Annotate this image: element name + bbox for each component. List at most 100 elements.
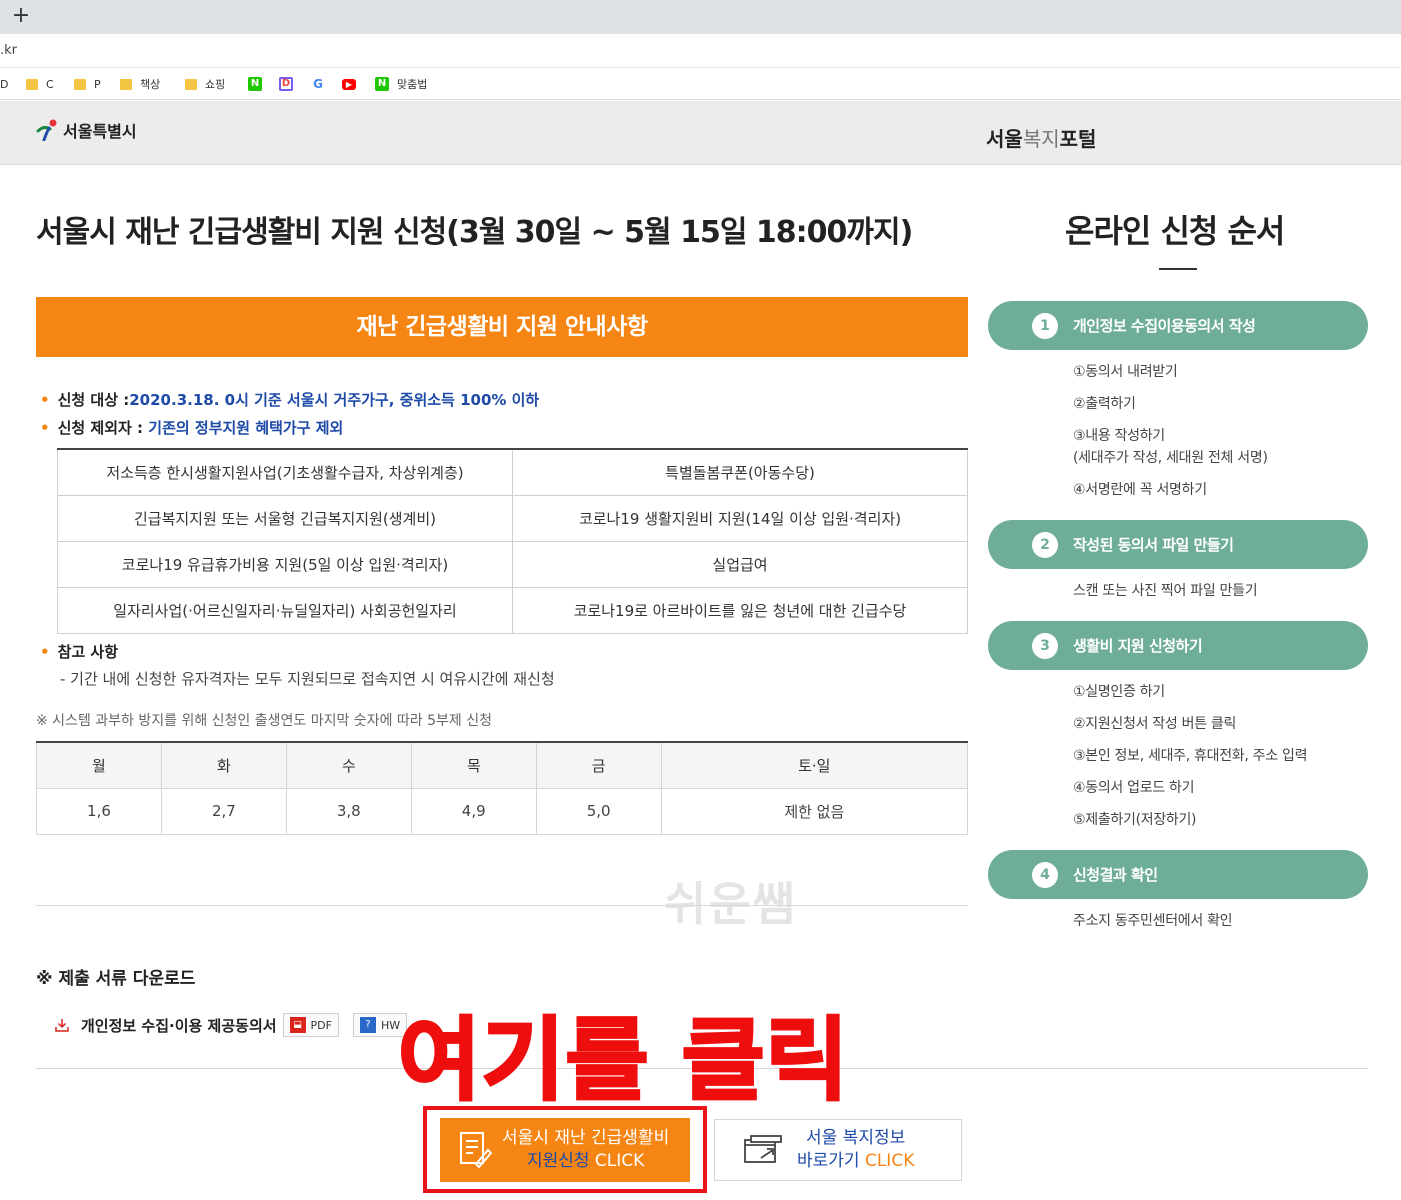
table-cell: 긴급복지지원 또는 서울형 긴급복지지원(생계비) (57, 495, 513, 542)
document-pen-icon (458, 1130, 493, 1170)
folder-icon (26, 78, 38, 90)
pdf-download-button[interactable]: ⬓ PDF (282, 1013, 339, 1037)
table-header-row: 월 화 수 목 금 토·일 (36, 742, 969, 789)
welfare-button-label: 서울 복지정보 바로가기 CLICK (797, 1128, 915, 1171)
step-number: 2 (1032, 531, 1058, 558)
step-3-item: ④동의서 업로드 하기 (1073, 780, 1195, 796)
table-cell: 일자리사업(·어르신일자리·뉴딜일자리) 사회공헌일자리 (57, 587, 513, 634)
bookmark-google[interactable]: G (311, 76, 333, 92)
day-value: 제한 없음 (660, 787, 969, 835)
download-title: ※ 제출 서류 다운로드 (36, 969, 196, 989)
apply-button-label: 서울시 재난 긴급생활비 지원신청 CLICK (502, 1128, 670, 1171)
reference-note: - 기간 내에 신청한 유자격자는 모두 지원되므로 접속지연 시 여유시간에 … (60, 670, 555, 688)
address-bar[interactable]: .kr (0, 34, 1401, 68)
welfare-info-button[interactable]: 서울 복지정보 바로가기 CLICK (714, 1119, 962, 1181)
step-4-header: 4 신청결과 확인 (988, 850, 1368, 899)
watermark: 쉬운쌤 (664, 877, 797, 931)
bookmark-folder-desk[interactable]: 책상 (120, 76, 160, 92)
step-3-item: ①실명인증 하기 (1073, 684, 1165, 700)
day-header: 화 (160, 742, 287, 789)
site-header: 서울특별시 서울복지포털 (0, 101, 1401, 165)
bookmark-d[interactable]: D (0, 76, 8, 92)
target-line: • 신청 대상 :2020.3.18. 0시 기준 서울시 거주가구, 중위소득 … (40, 391, 540, 409)
folder-icon (74, 78, 86, 90)
step-3-item: ⑤제출하기(저장하기) (1073, 812, 1197, 828)
naver-icon: N (248, 77, 262, 91)
system-note: ※ 시스템 과부하 방지를 위해 신청인 출생연도 마지막 숫자에 따라 5부제… (36, 713, 492, 729)
seoul-city-logo[interactable]: 서울특별시 (36, 118, 137, 142)
bullet-dot: • (40, 419, 50, 437)
step-3-header: 3 생활비 지원 신청하기 (988, 621, 1368, 670)
seoul-logo-icon (36, 119, 60, 142)
step-label: 작성된 동의서 파일 만들기 (1073, 536, 1234, 554)
table-row: 저소득층 한시생활지원사업(기초생활수급자, 차상위계층) 특별돌봄쿠폰(아동수… (57, 449, 968, 496)
daum-icon: D (279, 77, 293, 91)
notice-banner: 재난 긴급생활비 지원 안내사항 (36, 297, 968, 357)
table-cell: 코로나19로 아르바이트를 잃은 청년에 대한 긴급수당 (512, 587, 968, 634)
step-4-item: 주소지 동주민센터에서 확인 (1073, 913, 1233, 929)
step-label: 신청결과 확인 (1073, 866, 1158, 884)
day-value: 1,6 (36, 787, 162, 835)
table-row: 1,6 2,7 3,8 4,9 5,0 제한 없음 (36, 787, 969, 835)
step-3-item: ②지원신청서 작성 버튼 클릭 (1073, 716, 1237, 732)
day-value: 2,7 (160, 787, 287, 835)
step-label: 개인정보 수집이용동의서 작성 (1073, 317, 1256, 335)
bookmark-daum[interactable]: D (279, 76, 301, 92)
pdf-icon: ⬓ (289, 1017, 306, 1033)
day-header: 월 (36, 742, 162, 789)
bookmark-spellcheck[interactable]: N 맞춤법 (375, 76, 427, 92)
table-cell: 저소득층 한시생활지원사업(기초생활수급자, 차상위계층) (57, 449, 513, 496)
apply-support-button[interactable]: 서울시 재난 긴급생활비 지원신청 CLICK (440, 1118, 690, 1182)
bookmark-folder-c[interactable]: C (26, 76, 54, 92)
step-1-item: (세대주가 작성, 세대원 전체 서명) (1073, 450, 1268, 466)
table-row: 일자리사업(·어르신일자리·뉴딜일자리) 사회공헌일자리 코로나19로 아르바이… (57, 587, 968, 634)
bullet-dot: • (40, 643, 50, 661)
step-number: 3 (1032, 632, 1058, 659)
page-title: 서울시 재난 긴급생활비 지원 신청(3월 30일 ~ 5월 15일 18:00… (36, 215, 913, 250)
step-3-item: ③본인 정보, 세대주, 휴대전화, 주소 입력 (1073, 748, 1308, 764)
step-number: 1 (1032, 312, 1058, 339)
day-header: 수 (285, 742, 412, 789)
window-link-icon (743, 1134, 783, 1166)
step-1-header: 1 개인정보 수집이용동의서 작성 (988, 301, 1368, 350)
day-value: 5,0 (535, 787, 662, 835)
step-2-header: 2 작성된 동의서 파일 만들기 (988, 520, 1368, 569)
side-title: 온라인 신청 순서 (1065, 212, 1285, 250)
day-value: 4,9 (410, 787, 537, 835)
bookmarks-bar: D C P 책상 쇼핑 N D G ▶ N 맞춤법 (0, 68, 1401, 100)
bookmark-folder-p[interactable]: P (74, 76, 101, 92)
download-icon (55, 1018, 69, 1032)
new-tab-button[interactable]: + (10, 3, 32, 29)
exclude-line: • 신청 제외자 : 기존의 정부지원 혜택가구 제외 (40, 419, 344, 437)
step-number: 4 (1032, 861, 1058, 888)
hwp-icon: ? (359, 1017, 376, 1033)
step-1-item: ④서명란에 꼭 서명하기 (1073, 482, 1207, 498)
step-1-item: ②출력하기 (1073, 396, 1136, 412)
welfare-portal-logo[interactable]: 서울복지포털 (986, 123, 1096, 152)
reference-heading: • 참고 사항 (40, 643, 119, 661)
birth-year-table: 월 화 수 목 금 토·일 1,6 2,7 3,8 4,9 5,0 제한 없음 (36, 741, 969, 835)
table-cell: 특별돌봄쿠폰(아동수당) (512, 449, 968, 496)
bookmark-folder-shopping[interactable]: 쇼핑 (185, 76, 225, 92)
download-row: 개인정보 수집·이용 제공동의서 ⬓ PDF ? HW (55, 1013, 408, 1037)
google-icon: G (311, 77, 325, 91)
table-cell: 코로나19 생활지원비 지원(14일 이상 입원·격리자) (512, 495, 968, 542)
day-header: 목 (410, 742, 537, 789)
day-header: 금 (535, 742, 662, 789)
bookmark-youtube[interactable]: ▶ (342, 76, 364, 92)
step-1-item: ③내용 작성하기 (1073, 428, 1165, 444)
youtube-icon: ▶ (342, 78, 356, 90)
exclusion-table: 저소득층 한시생활지원사업(기초생활수급자, 차상위계층) 특별돌봄쿠폰(아동수… (57, 448, 968, 634)
folder-icon (185, 78, 197, 90)
step-label: 생활비 지원 신청하기 (1073, 637, 1203, 655)
browser-tab-bar: + (0, 0, 1401, 34)
step-1-item: ①동의서 내려받기 (1073, 364, 1178, 380)
bookmark-naver[interactable]: N (248, 76, 270, 92)
table-row: 코로나19 유급휴가비용 지원(5일 이상 입원·격리자) 실업급여 (57, 541, 968, 588)
step-2-item: 스캔 또는 사진 찍어 파일 만들기 (1073, 583, 1258, 599)
title-underline (1159, 268, 1197, 270)
consent-form-label: 개인정보 수집·이용 제공동의서 (81, 1016, 277, 1035)
table-row: 긴급복지지원 또는 서울형 긴급복지지원(생계비) 코로나19 생활지원비 지원… (57, 495, 968, 542)
day-value: 3,8 (285, 787, 412, 835)
url-text[interactable]: .kr (0, 43, 17, 58)
